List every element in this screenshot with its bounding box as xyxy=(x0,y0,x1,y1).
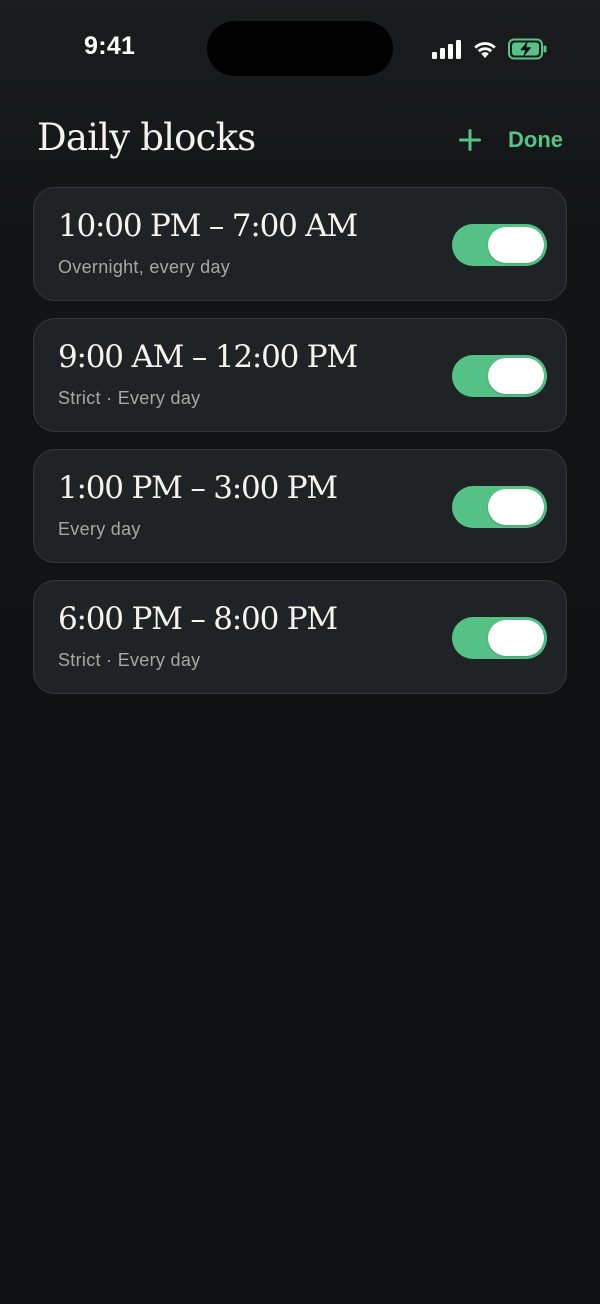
add-block-button[interactable] xyxy=(454,124,486,156)
block-card[interactable]: 10:00 PM – 7:00 AM Overnight, every day xyxy=(33,187,567,301)
toggle-knob xyxy=(488,227,544,263)
battery-charging-icon xyxy=(508,38,548,60)
toggle-knob xyxy=(488,358,544,394)
done-button[interactable]: Done xyxy=(508,124,563,156)
status-bar: 9:41 xyxy=(0,0,600,96)
block-subtitle: Every day xyxy=(58,519,141,539)
block-enabled-toggle[interactable] xyxy=(452,617,547,659)
block-subtitle: Strict · Every day xyxy=(58,650,201,670)
block-card[interactable]: 9:00 AM – 12:00 PM Strict · Every day xyxy=(33,318,567,432)
block-card[interactable]: 1:00 PM – 3:00 PM Every day xyxy=(33,449,567,563)
dynamic-island xyxy=(207,21,393,76)
status-time: 9:41 xyxy=(84,32,136,60)
block-time-range: 6:00 PM – 8:00 PM xyxy=(58,601,338,637)
page-title: Daily blocks xyxy=(37,116,256,159)
toggle-knob xyxy=(488,489,544,525)
block-time-range: 10:00 PM – 7:00 AM xyxy=(58,208,358,244)
block-card[interactable]: 6:00 PM – 8:00 PM Strict · Every day xyxy=(33,580,567,694)
block-subtitle: Strict · Every day xyxy=(58,388,201,408)
block-time-range: 9:00 AM – 12:00 PM xyxy=(58,339,358,375)
toggle-knob xyxy=(488,620,544,656)
block-subtitle: Overnight, every day xyxy=(58,257,231,277)
blocks-list: 10:00 PM – 7:00 AM Overnight, every day … xyxy=(33,187,567,711)
block-enabled-toggle[interactable] xyxy=(452,224,547,266)
block-time-range: 1:00 PM – 3:00 PM xyxy=(58,470,338,506)
block-enabled-toggle[interactable] xyxy=(452,486,547,528)
wifi-icon xyxy=(472,39,498,59)
status-icons xyxy=(432,36,548,62)
header: Daily blocks Done xyxy=(0,110,600,170)
block-enabled-toggle[interactable] xyxy=(452,355,547,397)
cellular-signal-icon xyxy=(432,39,462,59)
plus-icon xyxy=(459,129,481,151)
